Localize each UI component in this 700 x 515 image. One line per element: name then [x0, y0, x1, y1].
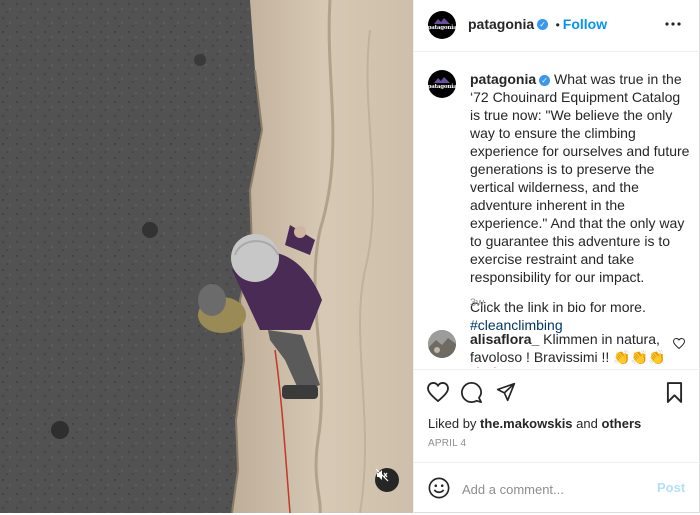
muted-speaker-icon	[375, 468, 389, 482]
post-modal: patagonia patagonia ✓ • Follow patagonia p…	[0, 0, 700, 513]
commenter-photo	[428, 330, 456, 358]
avatar[interactable]: patagonia	[428, 11, 456, 39]
save-bookmark-icon[interactable]	[666, 382, 683, 403]
caption-avatar[interactable]: patagonia	[428, 70, 456, 98]
more-options-icon[interactable]	[665, 22, 681, 26]
header-user: patagonia ✓ • Follow	[468, 16, 607, 34]
header-username[interactable]: patagonia	[468, 16, 534, 32]
avatar-logo: patagonia	[428, 25, 456, 31]
caption: patagonia ✓ What was true in the ‘72 Chou…	[470, 70, 692, 334]
liked-by-and: and	[576, 416, 598, 431]
comment-like-heart-icon[interactable]	[673, 338, 685, 349]
like-heart-icon[interactable]	[427, 382, 449, 402]
liked-by-user[interactable]: the.makowskis	[480, 416, 573, 431]
separator: •	[555, 18, 560, 32]
follow-button[interactable]: Follow	[563, 16, 607, 32]
emoji-smiley-icon[interactable]	[428, 477, 450, 499]
comment-username[interactable]: alisaflora_	[470, 331, 539, 347]
caption-username[interactable]: patagonia	[470, 71, 536, 87]
verified-icon: ✓	[539, 74, 551, 86]
post-video[interactable]	[0, 0, 413, 513]
caption-age: 3w	[470, 297, 485, 309]
post-header: patagonia patagonia ✓ • Follow	[414, 0, 700, 52]
liked-by-prefix: Liked by	[428, 416, 477, 431]
patagonia-peaks-icon	[434, 18, 450, 24]
add-comment-bar: Post	[414, 462, 700, 515]
likes-summary: Liked by the.makowskis and others	[428, 416, 641, 431]
patagonia-peaks-icon	[434, 77, 450, 83]
avatar-logo: patagonia	[428, 84, 456, 90]
liked-by-others[interactable]: others	[602, 416, 642, 431]
post-side-panel: patagonia patagonia ✓ • Follow patagonia p…	[413, 0, 700, 513]
comment: alisaflora_ Klimmen in natura, favoloso …	[470, 330, 670, 368]
mute-button[interactable]	[375, 468, 399, 492]
add-comment-input[interactable]	[460, 477, 654, 501]
post-comment-button[interactable]: Post	[657, 480, 685, 495]
post-actions: Liked by the.makowskis and others APRIL …	[414, 369, 700, 514]
share-paper-plane-icon[interactable]	[496, 382, 516, 402]
caption-text: What was true in the ‘72 Chouinard Equip…	[470, 71, 690, 285]
climbing-scene	[0, 0, 413, 513]
verified-icon: ✓	[537, 19, 549, 31]
caption-link-line: Click the link in bio for more.	[470, 299, 646, 315]
comment-bubble-icon[interactable]	[461, 382, 482, 403]
post-date: APRIL 4	[428, 438, 467, 449]
commenter-avatar[interactable]	[428, 330, 456, 358]
